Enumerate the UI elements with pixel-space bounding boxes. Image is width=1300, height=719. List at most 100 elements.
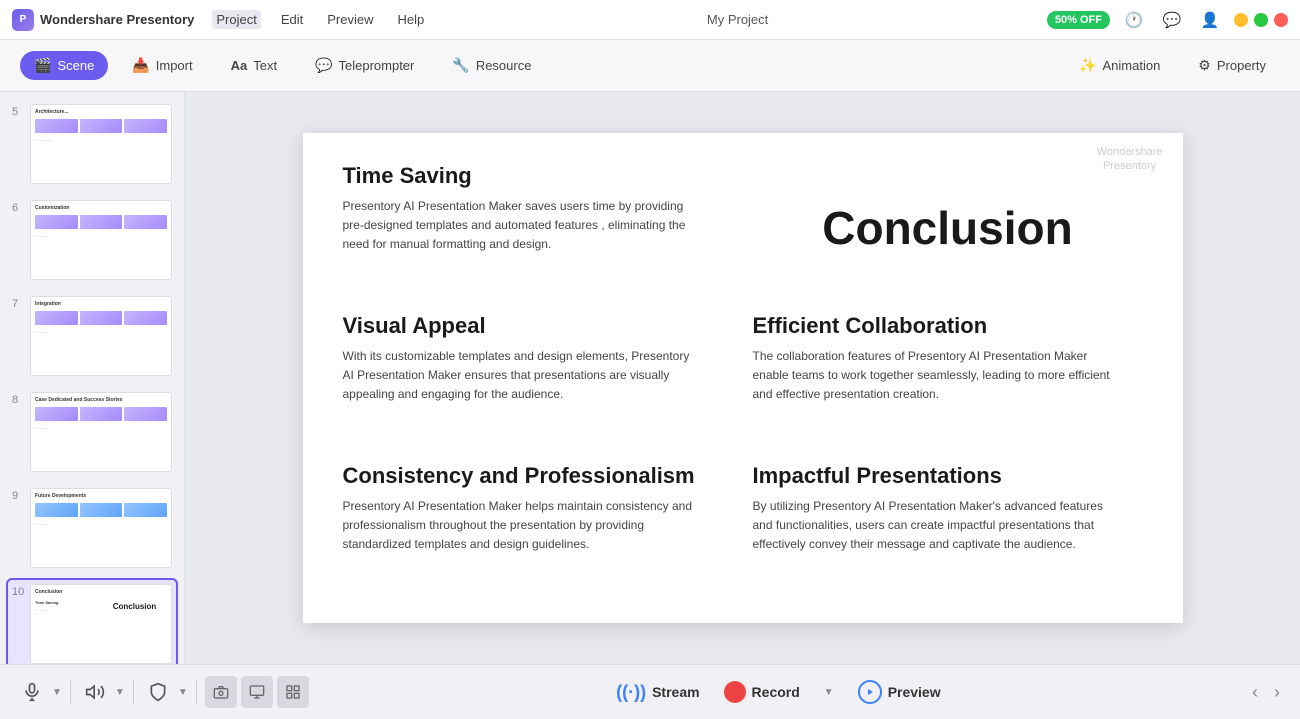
stream-icon: ((·)) [616, 682, 646, 703]
menu-project[interactable]: Project [212, 10, 260, 29]
text-label: Text [253, 58, 277, 73]
slide-thumb-7: Integration ... ... ... [30, 296, 172, 376]
clock-icon[interactable]: 🕐 [1120, 6, 1148, 34]
titlebar: P Wondershare Presentory Project Edit Pr… [0, 0, 1300, 40]
slide-block [35, 503, 78, 517]
shield-dropdown[interactable]: ▼ [178, 687, 188, 698]
chat-icon[interactable]: 💬 [1158, 6, 1186, 34]
toolbar-left: 🎬 Scene 📥 Import Aa Text 💬 Teleprompter … [20, 51, 545, 80]
close-button[interactable] [1274, 13, 1288, 27]
preview-button[interactable]: Preview [858, 680, 941, 704]
minimize-button[interactable] [1234, 13, 1248, 27]
section-title-visual-appeal: Visual Appeal [343, 313, 733, 339]
titlebar-center: My Project [707, 12, 768, 27]
bottom-bar: ▼ ▼ ▼ [0, 664, 1300, 719]
menu-edit[interactable]: Edit [277, 10, 307, 29]
property-icon: ⚙ [1198, 57, 1211, 74]
menu-help[interactable]: Help [394, 10, 429, 29]
scene-button[interactable]: 🎬 Scene [20, 51, 108, 80]
property-button[interactable]: ⚙ Property [1184, 51, 1280, 80]
section-consistency: Consistency and Professionalism Presento… [343, 463, 733, 593]
section-title-efficient-collab: Efficient Collaboration [753, 313, 1143, 339]
conclusion-cell: Conclusion [753, 163, 1143, 293]
animation-icon: ✨ [1079, 57, 1096, 74]
user-icon[interactable]: 👤 [1196, 6, 1224, 34]
resource-label: Resource [476, 58, 532, 73]
slide-block [35, 407, 78, 421]
mic-dropdown[interactable]: ▼ [52, 687, 62, 698]
bottom-right-controls: ‹ › [1248, 682, 1284, 703]
section-time-saving: Time Saving Presentory AI Presentation M… [343, 163, 733, 293]
slide-block [80, 311, 123, 325]
slide-block [35, 311, 78, 325]
divider-1 [70, 680, 71, 704]
titlebar-right: 50% OFF 🕐 💬 👤 [1047, 6, 1288, 34]
volume-button[interactable] [79, 678, 111, 706]
canvas-watermark: WondersharePresentory [1097, 145, 1163, 174]
text-icon: Aa [231, 58, 248, 73]
slide-block [35, 215, 78, 229]
slide-block [124, 503, 167, 517]
slide-thumb-title-9: Future Developments [35, 493, 167, 499]
slide-item-5[interactable]: 5 Architecture... ... ... ... ... [8, 100, 176, 188]
slide-text: ... ... ... [35, 425, 167, 431]
menu-preview[interactable]: Preview [323, 10, 377, 29]
section-body-visual-appeal: With its customizable templates and desi… [343, 347, 703, 405]
record-button[interactable]: Record [724, 681, 800, 703]
volume-dropdown[interactable]: ▼ [115, 687, 125, 698]
section-impactful: Impactful Presentations By utilizing Pre… [753, 463, 1143, 593]
slide-item-8[interactable]: 8 Case Dedicated and Success Stories ...… [8, 388, 176, 476]
toolbar: 🎬 Scene 📥 Import Aa Text 💬 Teleprompter … [0, 40, 1300, 92]
slide-thumb-title-8: Case Dedicated and Success Stories [35, 397, 167, 403]
resource-icon: 🔧 [452, 57, 469, 74]
slide-thumb-title-6: Customization [35, 205, 167, 211]
slide-item-7[interactable]: 7 Integration ... ... ... [8, 292, 176, 380]
resource-button[interactable]: 🔧 Resource [438, 51, 545, 80]
app-logo-icon: P [12, 9, 34, 31]
maximize-button[interactable] [1254, 13, 1268, 27]
slide-item-6[interactable]: 6 Customization ... ... ... [8, 196, 176, 284]
slide-block [80, 215, 123, 229]
stream-button[interactable]: ((·)) Stream [616, 682, 699, 703]
slide-number-8: 8 [12, 392, 24, 406]
section-body-time-saving: Presentory AI Presentation Maker saves u… [343, 197, 703, 255]
section-title-impactful: Impactful Presentations [753, 463, 1143, 489]
import-button[interactable]: 📥 Import [118, 51, 206, 80]
record-dot-icon [724, 681, 746, 703]
section-body-consistency: Presentory AI Presentation Maker helps m… [343, 497, 703, 555]
animation-button[interactable]: ✨ Animation [1065, 51, 1174, 80]
discount-badge[interactable]: 50% OFF [1047, 11, 1110, 29]
slide-item-9[interactable]: 9 Future Developments ... ... ... [8, 484, 176, 572]
app-name: Wondershare Presentory [40, 12, 194, 27]
record-label: Record [752, 684, 800, 700]
slide-thumb-6: Customization ... ... ... [30, 200, 172, 280]
section-body-impactful: By utilizing Presentory AI Presentation … [753, 497, 1113, 555]
slide-number-5: 5 [12, 104, 24, 118]
divider-3 [196, 680, 197, 704]
slide-thumb-9: Future Developments ... ... ... [30, 488, 172, 568]
text-button[interactable]: Aa Text [217, 51, 291, 80]
mic-button[interactable] [16, 678, 48, 706]
layout-button[interactable] [277, 676, 309, 708]
canvas-area[interactable]: WondersharePresentory Time Saving Presen… [185, 92, 1300, 664]
section-efficient-collab: Efficient Collaboration The collaboratio… [753, 313, 1143, 443]
slide-number-6: 6 [12, 200, 24, 214]
scene-icon: 🎬 [34, 57, 51, 74]
teleprompter-icon: 💬 [315, 57, 332, 74]
main-layout: 5 Architecture... ... ... ... ... 6 Cust… [0, 92, 1300, 664]
prev-arrow[interactable]: ‹ [1248, 682, 1262, 703]
preview-label: Preview [888, 684, 941, 700]
screen-button[interactable] [241, 676, 273, 708]
shield-button[interactable] [142, 678, 174, 706]
next-arrow[interactable]: › [1270, 682, 1284, 703]
slide-item-10[interactable]: 10 Conclusion Time Saving ... ... ... Co… [8, 580, 176, 664]
teleprompter-button[interactable]: 💬 Teleprompter [301, 51, 428, 80]
slide-thumb-10: Conclusion Time Saving ... ... ... Concl… [30, 584, 172, 664]
record-dropdown[interactable]: ▼ [824, 687, 834, 698]
camera-button[interactable] [205, 676, 237, 708]
slide-thumb-title-5: Architecture... [35, 109, 167, 115]
import-label: Import [156, 58, 193, 73]
slide-number-7: 7 [12, 296, 24, 310]
slide-panel: 5 Architecture... ... ... ... ... 6 Cust… [0, 92, 185, 664]
slide-thumb-title-7: Integration [35, 301, 167, 307]
